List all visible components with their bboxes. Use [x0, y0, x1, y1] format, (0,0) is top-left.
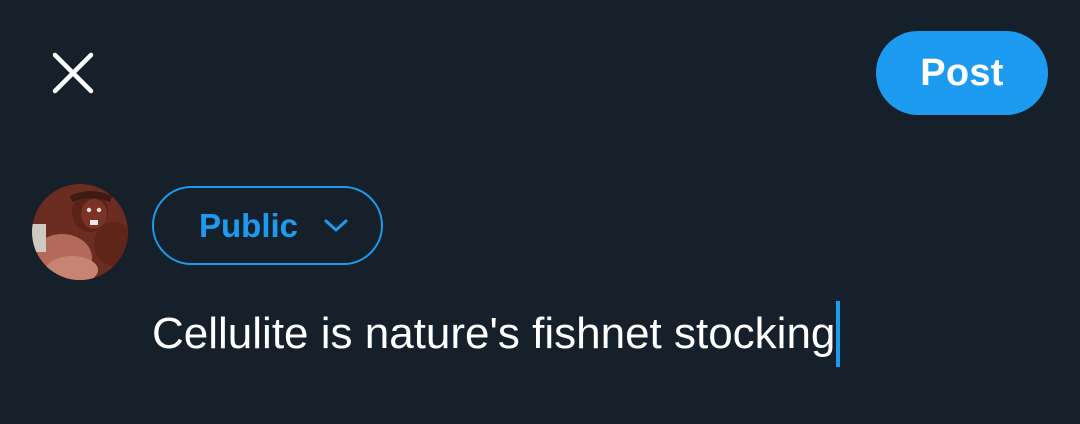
close-button[interactable] [44, 44, 102, 102]
close-icon [52, 52, 94, 94]
audience-selector-button[interactable]: Public [152, 186, 383, 265]
user-avatar-image [32, 184, 128, 280]
compose-text-area[interactable]: Cellulite is nature's fishnet stocking [152, 296, 1032, 372]
avatar[interactable] [32, 184, 128, 280]
text-cursor [836, 301, 841, 367]
audience-label: Public [199, 206, 299, 244]
chevron-down-icon [324, 219, 348, 233]
post-button[interactable]: Post [876, 31, 1048, 115]
post-button-label: Post [920, 51, 1004, 94]
compose-text: Cellulite is nature's fishnet stocking [152, 309, 836, 358]
